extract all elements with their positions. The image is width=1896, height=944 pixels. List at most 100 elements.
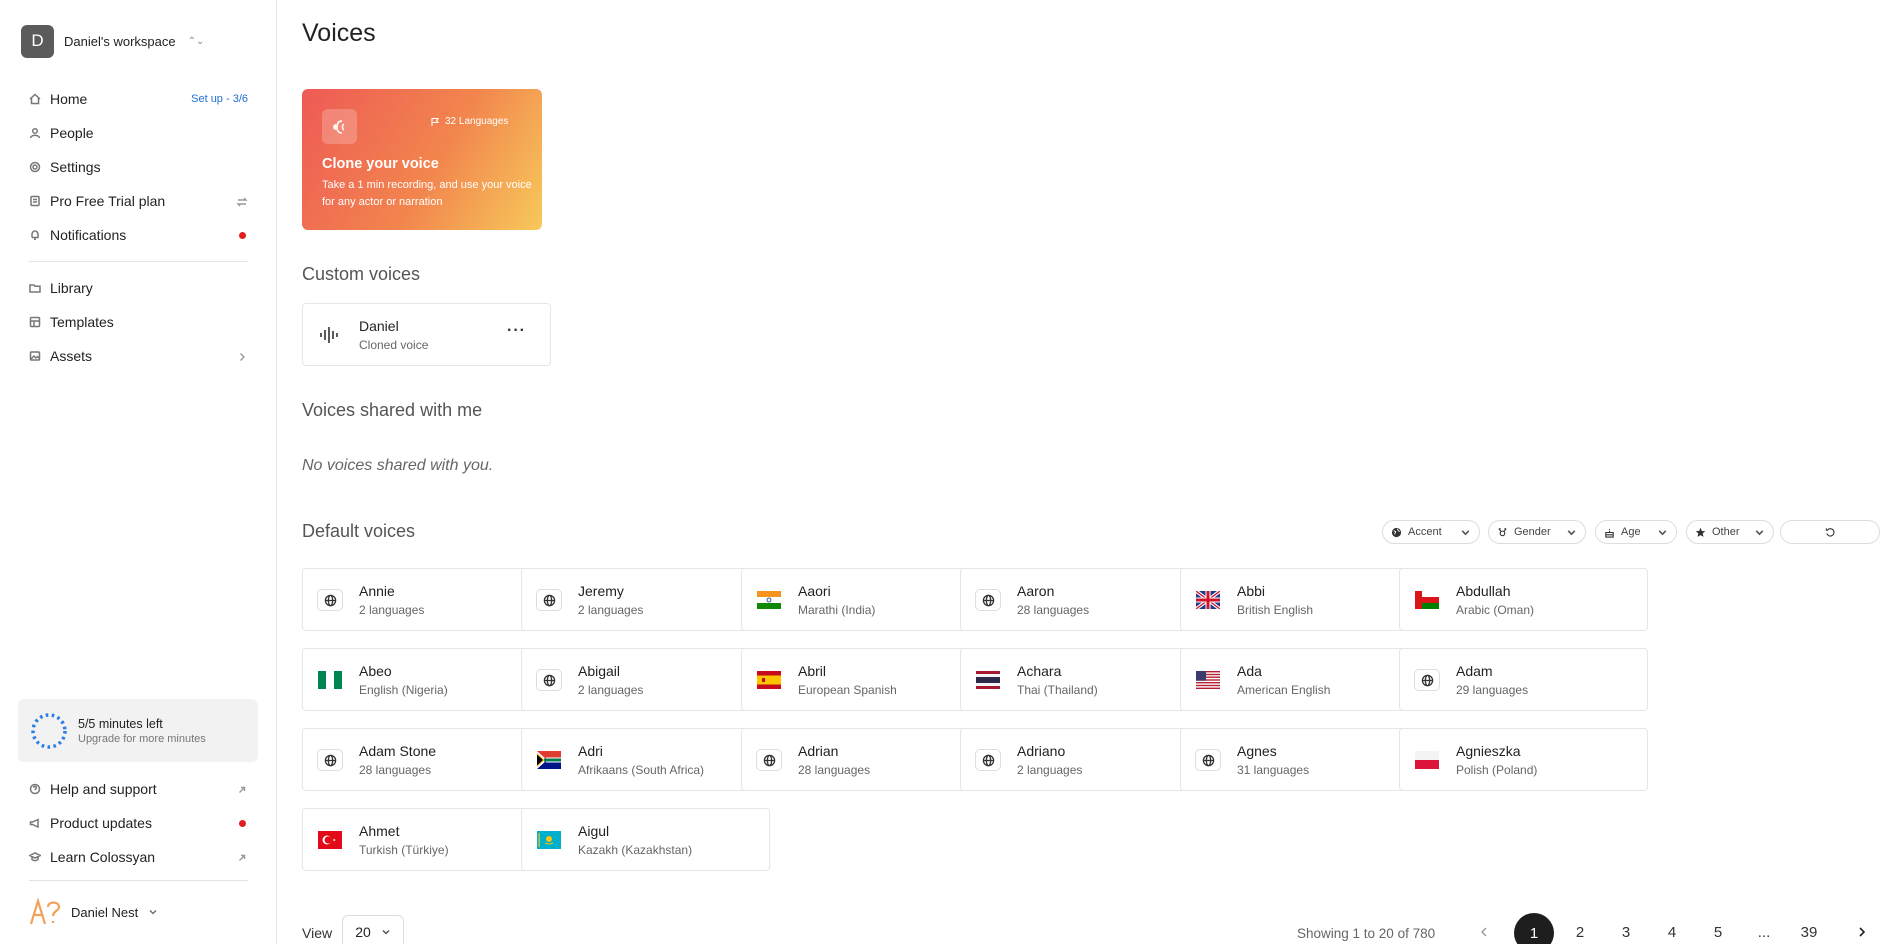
voice-card[interactable]: Achara Thai (Thailand) [960,648,1209,711]
voice-card[interactable]: Jeremy 2 languages [521,568,770,631]
page-button-39[interactable]: 39 [1796,915,1822,944]
globe-icon [975,589,1001,611]
sidebar-item-label: Learn Colossyan [50,849,156,865]
voice-name: Abril [798,663,827,679]
flag-es-icon [756,669,782,691]
external-link-icon [236,783,248,795]
voice-subtitle: Cloned voice [359,338,429,352]
sidebar-item-library[interactable]: Library [29,274,248,302]
globe-icon [317,589,343,611]
voice-name: Achara [1017,663,1062,679]
help-icon [29,783,41,795]
voice-name: Adri [578,743,603,759]
sidebar-item-label: Product updates [50,815,152,831]
sidebar-item-updates[interactable]: Product updates [29,809,248,837]
voice-card[interactable]: Ada American English [1180,648,1429,711]
page-button-5[interactable]: 5 [1708,915,1728,944]
voice-name: Agnes [1237,743,1277,759]
flag-in-icon [756,589,782,611]
reset-filters-button[interactable] [1780,520,1880,544]
sidebar-item-help[interactable]: Help and support [29,775,248,803]
flag-icon [431,117,440,126]
page-button-3[interactable]: 3 [1616,915,1636,944]
custom-voice-card[interactable]: Daniel Cloned voice ··· [302,303,551,366]
voice-subtitle: 28 languages [359,763,432,777]
page-size-select[interactable]: 20 [342,915,404,944]
voice-card[interactable]: Abeo English (Nigeria) [302,648,551,711]
sidebar-item-settings[interactable]: Settings [29,153,248,181]
more-options-icon[interactable]: ··· [507,322,526,340]
page-button-4[interactable]: 4 [1662,915,1682,944]
sidebar-item-learn[interactable]: Learn Colossyan [29,843,248,871]
globe-icon [1414,669,1440,691]
minutes-progress-icon [31,712,67,749]
flag-us-icon [1195,669,1221,691]
star-icon [1695,527,1706,537]
chevron-down-icon [1461,529,1470,535]
minutes-left-card[interactable]: 5/5 minutes left Upgrade for more minute… [18,699,258,762]
other-filter[interactable]: Other [1686,520,1774,544]
voice-card[interactable]: Agnieszka Polish (Poland) [1399,728,1648,791]
voice-subtitle: Polish (Poland) [1456,763,1538,777]
cake-icon [1605,528,1614,538]
voice-name: Jeremy [578,583,624,599]
voice-card[interactable]: Agnes 31 languages [1180,728,1429,791]
globe-icon-wrapper [317,589,343,611]
voice-card[interactable]: Aaori Marathi (India) [741,568,990,631]
main-content: Voices 32 Languages Clone your voice Tak… [278,0,1896,944]
user-menu[interactable]: Daniel Nest [29,898,158,926]
sidebar-item-assets[interactable]: Assets [29,342,248,370]
setup-progress-link[interactable]: Set up - 3/6 [191,93,248,105]
voice-subtitle: English (Nigeria) [359,683,448,697]
voice-card[interactable]: Aaron 28 languages [960,568,1209,631]
languages-tag: 32 Languages [430,116,508,127]
flag-za-icon [536,749,562,771]
page-button-2[interactable]: 2 [1570,915,1590,944]
person-icon [29,127,41,139]
chevron-down-icon [1567,529,1576,535]
chevron-down-icon [1755,529,1764,535]
voice-card[interactable]: Abril European Spanish [741,648,990,711]
sidebar-item-home[interactable]: Home Set up - 3/6 [29,85,248,113]
workspace-switcher[interactable]: D Daniel's workspace ⌃⌄ [21,24,204,58]
home-icon [29,93,41,105]
clone-voice-description: Take a 1 min recording, and use your voi… [322,179,532,208]
voice-card[interactable]: Adri Afrikaans (South Africa) [521,728,770,791]
globe-icon-wrapper [536,669,562,691]
gear-icon [29,161,41,173]
sidebar-item-plan[interactable]: Pro Free Trial plan [29,187,248,215]
next-page-button[interactable] [1852,915,1872,944]
waveform-icon [317,324,343,346]
receipt-icon [29,195,41,207]
voice-subtitle: 29 languages [1456,683,1529,697]
gender-filter[interactable]: Gender [1488,520,1586,544]
voice-card[interactable]: Ahmet Turkish (Türkiye) [302,808,551,871]
voice-card[interactable]: Abdullah Arabic (Oman) [1399,568,1648,631]
sidebar-item-notifications[interactable]: Notifications [29,221,248,249]
voice-card[interactable]: Abigail 2 languages [521,648,770,711]
voice-subtitle: Afrikaans (South Africa) [578,763,705,777]
voice-card[interactable]: Adam Stone 28 languages [302,728,551,791]
prev-page-button[interactable] [1474,915,1494,944]
sidebar-item-people[interactable]: People [29,119,248,147]
sidebar-item-label: Pro Free Trial plan [50,193,166,209]
chevron-left-icon [1481,927,1487,937]
view-label: View [302,925,333,941]
voice-card[interactable]: Adriano 2 languages [960,728,1209,791]
chevron-down-icon [148,905,158,920]
voice-name: Aaron [1017,583,1055,599]
sidebar-item-templates[interactable]: Templates [29,308,248,336]
voice-card[interactable]: Annie 2 languages [302,568,551,631]
clone-voice-card[interactable]: 32 Languages Clone your voice Take a 1 m… [302,89,542,230]
voice-card[interactable]: Adrian 28 languages [741,728,990,791]
sidebar: D Daniel's workspace ⌃⌄ Home Set up - 3/… [0,0,277,944]
voice-card[interactable]: Aigul Kazakh (Kazakhstan) [521,808,770,871]
accent-filter[interactable]: Accent [1382,520,1480,544]
voice-name: Adam Stone [359,743,437,759]
voice-name: Daniel [359,318,399,334]
voice-card[interactable]: Adam 29 languages [1399,648,1648,711]
page-button-1[interactable]: 1 [1514,913,1554,944]
age-filter[interactable]: Age [1595,520,1677,544]
voice-card[interactable]: Abbi British English [1180,568,1429,631]
voice-name: Abbi [1237,583,1266,599]
